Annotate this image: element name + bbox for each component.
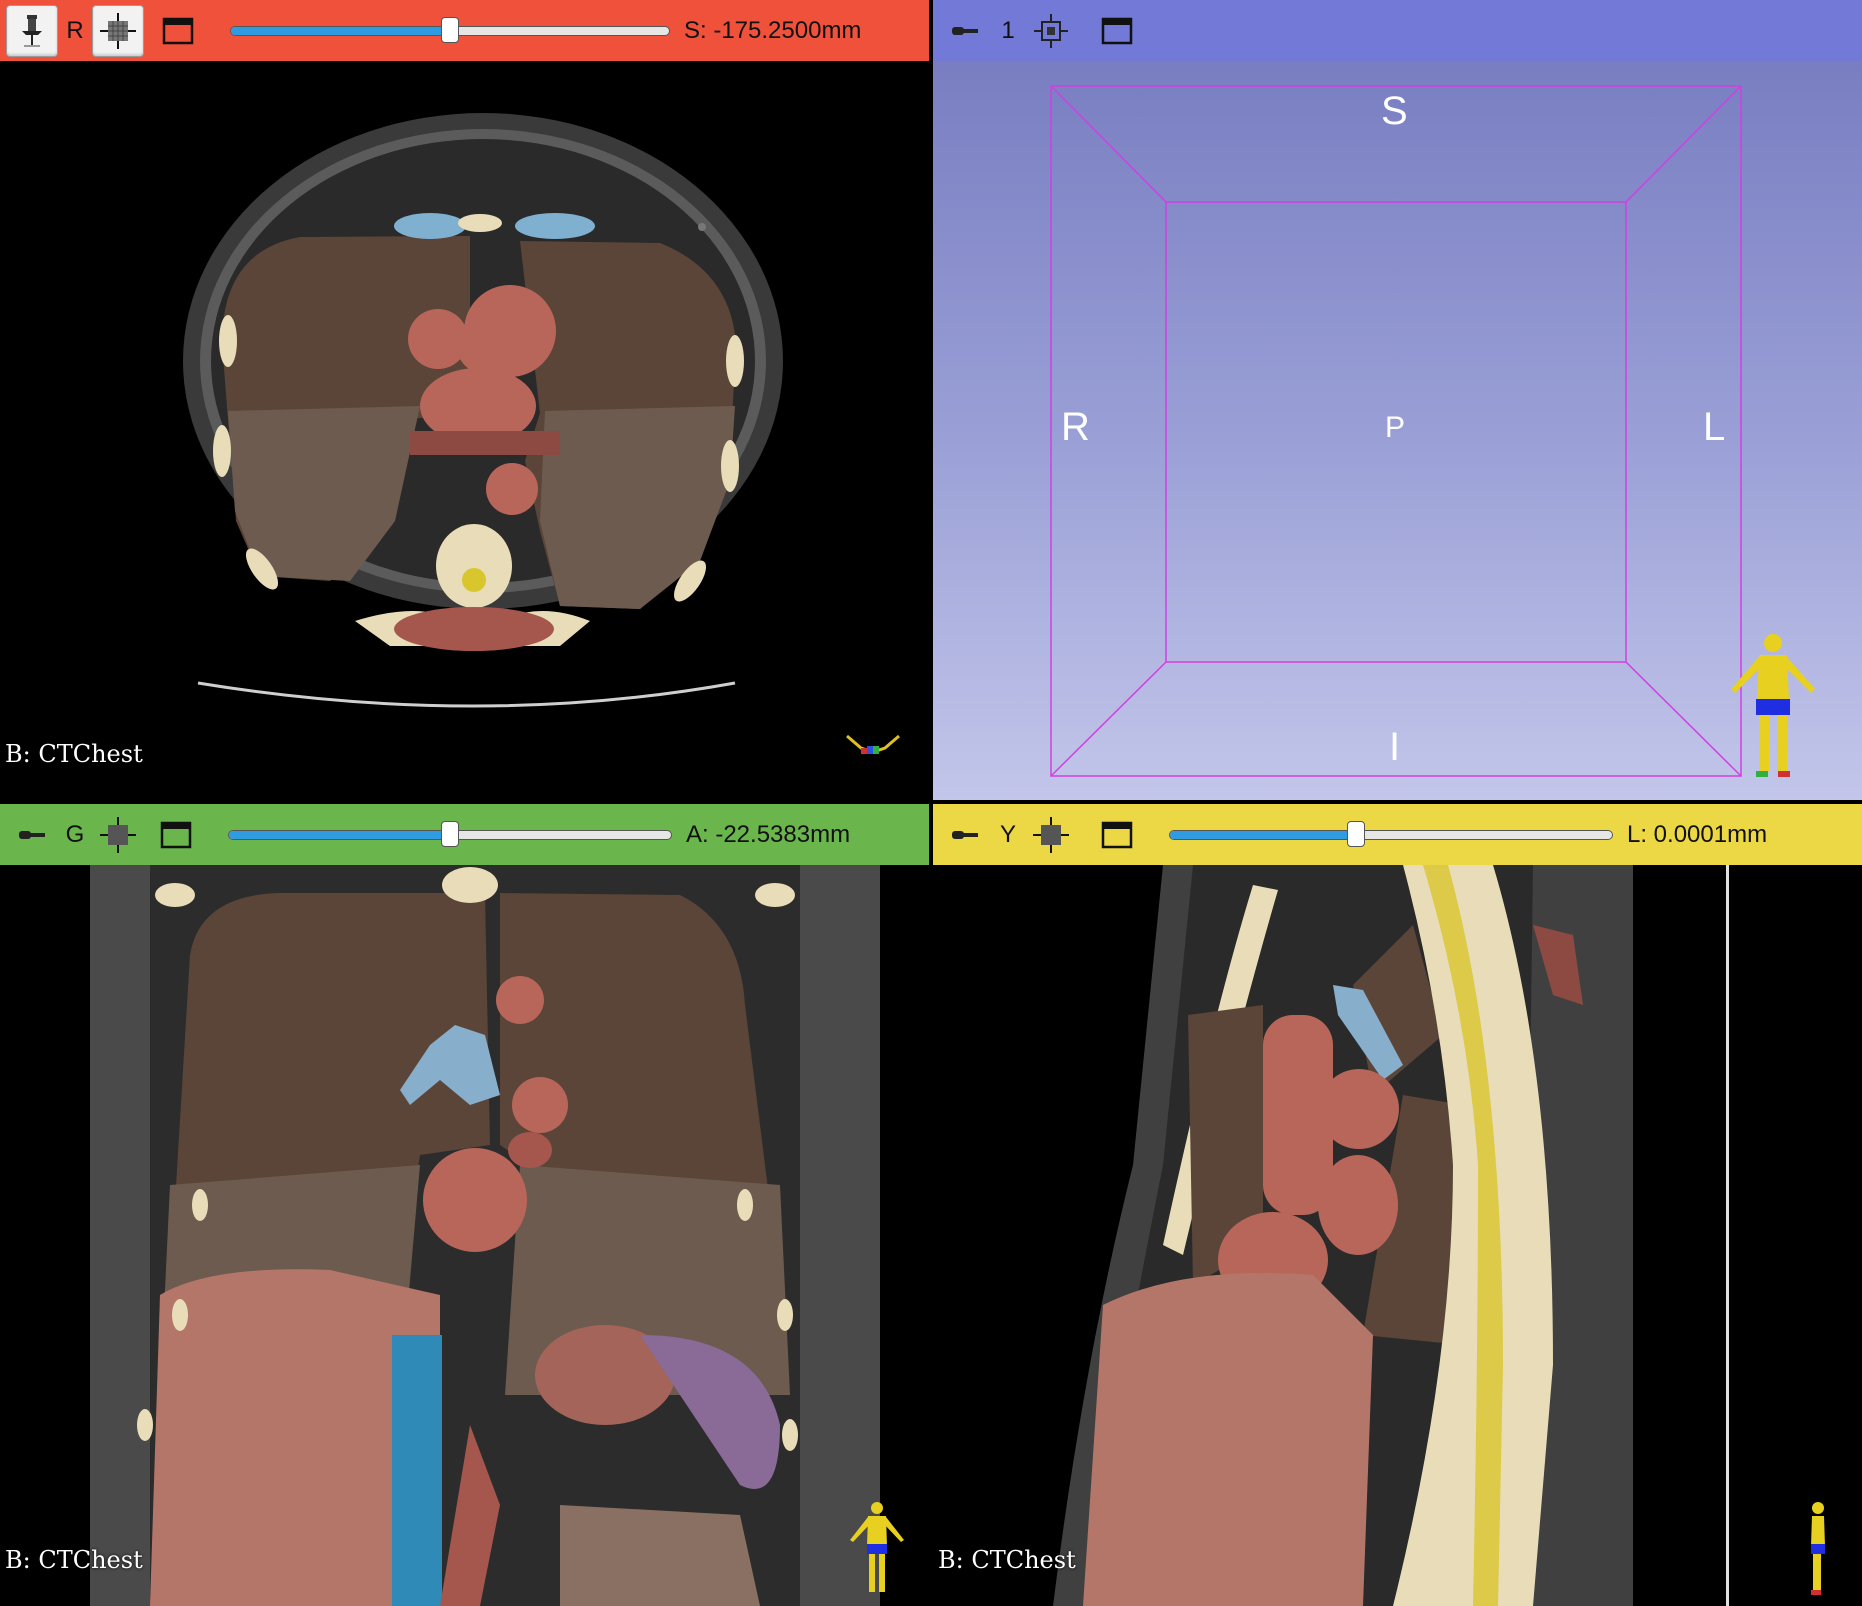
window-layout-button[interactable] bbox=[1091, 809, 1143, 861]
window-layout-icon bbox=[1101, 17, 1133, 44]
background-volume-label: B: CTChest bbox=[5, 1546, 143, 1574]
link-button[interactable] bbox=[939, 5, 991, 57]
slider-fill bbox=[231, 26, 450, 35]
orientation-marker-icon bbox=[846, 734, 900, 754]
green-slice-controller-bar: G A: -22.5383mm bbox=[0, 804, 929, 865]
human-orientation-figure-icon bbox=[1811, 1502, 1825, 1595]
slice-visibility-button[interactable] bbox=[92, 809, 144, 861]
threed-view[interactable]: 1 S I R L P bbox=[933, 0, 1862, 800]
link-icon bbox=[952, 830, 978, 839]
view-number-label: 1 bbox=[1001, 16, 1015, 44]
yellow-slice-image[interactable]: B: CTChest bbox=[933, 865, 1862, 1606]
coronal-ct-image bbox=[90, 865, 880, 1606]
window-layout-button[interactable] bbox=[152, 5, 204, 57]
green-slice-view[interactable]: G A: -22.5383mm B: CTChest bbox=[0, 804, 929, 1606]
slice-visibility-button[interactable] bbox=[92, 4, 144, 57]
human-orientation-figure-icon bbox=[1731, 634, 1815, 777]
human-orientation-figure-icon bbox=[850, 1502, 904, 1592]
slider-fill bbox=[229, 830, 450, 839]
view-orientation-letter: R bbox=[66, 16, 84, 44]
yellow-slice-view[interactable]: Y L: 0.0001mm B: CTChest bbox=[933, 804, 1862, 1606]
background-volume-label: B: CTChest bbox=[938, 1546, 1076, 1574]
view-orientation-letter: G bbox=[65, 820, 85, 848]
slider-fill bbox=[1170, 830, 1356, 839]
orientation-label-left: L bbox=[1703, 405, 1726, 449]
orientation-label-posterior: P bbox=[1385, 411, 1406, 444]
background-volume-label: B: CTChest bbox=[5, 740, 143, 768]
pin-button[interactable] bbox=[6, 4, 58, 57]
window-layout-icon bbox=[1101, 821, 1133, 848]
window-layout-icon bbox=[160, 821, 192, 848]
red-slice-controller-bar: R S: -175.2500mm bbox=[0, 0, 929, 61]
link-button[interactable] bbox=[6, 809, 58, 861]
slider-thumb[interactable] bbox=[1346, 820, 1365, 847]
view-orientation-letter: Y bbox=[999, 820, 1016, 848]
link-icon bbox=[19, 830, 45, 839]
slice-visibility-button[interactable] bbox=[1025, 809, 1077, 861]
center-view-button[interactable] bbox=[1025, 5, 1077, 57]
axial-ct-image bbox=[183, 113, 783, 708]
threed-render-area[interactable]: S I R L P bbox=[933, 61, 1862, 800]
orientation-label-superior: S bbox=[1381, 89, 1408, 133]
slice-visibility-icon bbox=[1033, 816, 1069, 853]
pin-icon bbox=[22, 14, 42, 47]
link-icon bbox=[952, 26, 978, 35]
slider-thumb[interactable] bbox=[441, 820, 459, 847]
slice-offset-readout: L: 0.0001mm bbox=[1627, 820, 1768, 848]
sagittal-ct-image bbox=[1053, 865, 1633, 1606]
slice-offset-readout: S: -175.2500mm bbox=[684, 16, 862, 44]
window-layout-button[interactable] bbox=[1091, 5, 1143, 57]
center-view-icon bbox=[1034, 13, 1068, 48]
red-slice-view[interactable]: R S: -175.2500mm B: CTChest bbox=[0, 0, 929, 800]
slider-thumb[interactable] bbox=[441, 16, 459, 43]
slice-offset-slider[interactable] bbox=[228, 820, 672, 847]
red-slice-image[interactable]: B: CTChest bbox=[0, 61, 929, 800]
yellow-slice-controller-bar: Y L: 0.0001mm bbox=[933, 804, 1862, 865]
slice-intersection-line bbox=[1726, 865, 1729, 1606]
link-button[interactable] bbox=[939, 809, 991, 861]
slice-offset-readout: A: -22.5383mm bbox=[686, 820, 851, 848]
window-layout-icon bbox=[162, 17, 194, 44]
green-slice-image[interactable]: B: CTChest bbox=[0, 865, 929, 1606]
slice-offset-slider[interactable] bbox=[1169, 820, 1613, 847]
window-layout-button[interactable] bbox=[150, 809, 202, 861]
slice-visibility-icon bbox=[100, 816, 136, 853]
slice-offset-slider[interactable] bbox=[230, 16, 670, 43]
orientation-label-inferior: I bbox=[1389, 725, 1401, 769]
slice-visibility-icon bbox=[100, 12, 136, 49]
orientation-label-right: R bbox=[1061, 405, 1090, 449]
threed-controller-bar: 1 bbox=[933, 0, 1862, 61]
